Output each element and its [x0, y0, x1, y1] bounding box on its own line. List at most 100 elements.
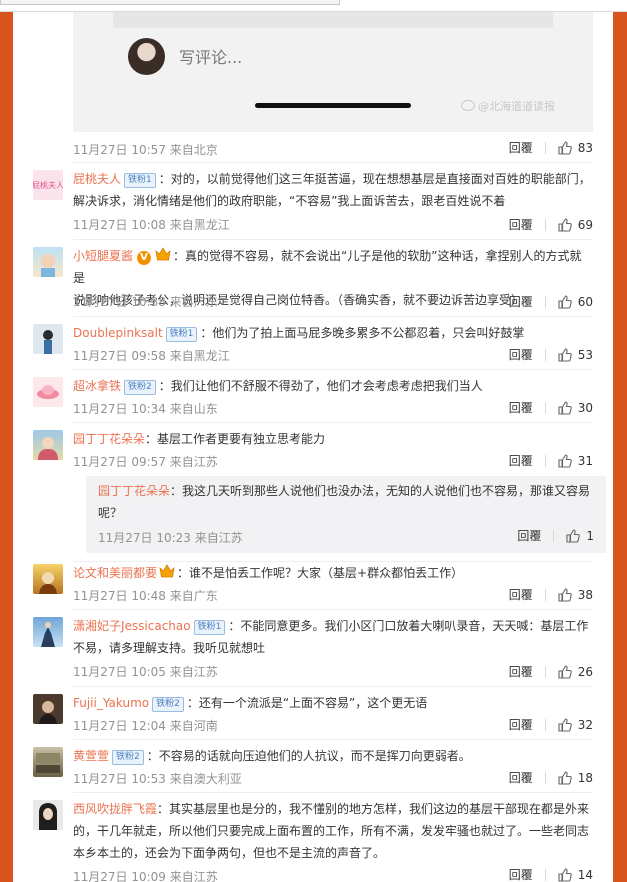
thumbs-up-icon[interactable] — [558, 140, 572, 155]
action-separator — [544, 454, 546, 467]
username[interactable]: 园丁丁花朵朵 — [98, 484, 170, 498]
action-separator — [544, 218, 546, 231]
reply-button[interactable]: 回覆 — [509, 293, 533, 310]
thumbs-up-icon[interactable] — [558, 717, 572, 732]
comment-body: Doublepinksalt 铁粉1 ：他们为了拍上面马屁多晚多累多不公都忍着，只会… — [73, 322, 593, 344]
username[interactable]: 园丁丁花朵朵 — [73, 432, 145, 446]
comment-text-line: ：我们让他们不舒服不得劲了，他们才会考虑考虑把我们当人 — [158, 379, 483, 393]
reply-button[interactable]: 回覆 — [509, 769, 533, 786]
thumbs-up-icon[interactable] — [558, 867, 572, 882]
like-count: 53 — [577, 347, 593, 362]
commenter-avatar — [128, 38, 165, 75]
reply-button[interactable]: 回覆 — [509, 139, 533, 156]
comment-timestamp: 11月27日 10:48 来自广东 — [73, 589, 218, 603]
comment-text-line: ：对的，以前觉得他们这三年挺苦逼，现在想想基层是直接面对百姓的职能部门， — [158, 172, 591, 186]
username[interactable]: 西风吹拢胖飞霞 — [73, 802, 157, 816]
comment-timestamp: 11月27日 10:05 来自江苏 — [73, 665, 218, 679]
comment-body: Fujii_Yakumo 铁粉2 ：还有一个流派是“上面不容易”，这个更无语 — [73, 692, 593, 714]
username[interactable]: 小短腿夏酱 — [73, 249, 133, 263]
like-count: 38 — [577, 587, 593, 602]
phone-home-bar — [255, 103, 411, 108]
like-count: 31 — [577, 453, 593, 468]
comment-actions: 回覆 31 — [509, 452, 593, 469]
reply-button[interactable]: 回覆 — [517, 527, 541, 544]
comment-body: 园丁丁花朵朵：基层工作者更要有独立思考能力 — [73, 428, 593, 450]
action-separator — [544, 348, 546, 361]
reply-button[interactable]: 回覆 — [509, 716, 533, 733]
reply-button[interactable]: 回覆 — [509, 663, 533, 680]
username[interactable]: Doublepinksalt — [73, 326, 163, 340]
divider — [73, 792, 593, 793]
comment-actions: 回覆 69 — [509, 216, 593, 233]
embedded-image-top — [113, 12, 553, 28]
comment-actions: 回覆 18 — [509, 769, 593, 786]
sub-reply: 园丁丁花朵朵：我这几天听到那些人说他们也没办法，无知的人说他们也不容易，那谁又容… — [86, 476, 606, 553]
comment-text-line: 的，干几年就走，所以他们只要完成上面布置的工作，所有不满，发发牢骚也就过了。一些… — [73, 824, 590, 838]
username[interactable]: Fujii_Yakumo — [73, 696, 149, 710]
post-timestamp: 11月27日 10:57 来自北京 — [73, 143, 218, 157]
weibo-watermark: @北海道道读报 — [461, 98, 555, 114]
username[interactable]: 潇湘妃子Jessicachao — [73, 619, 191, 633]
verified-v-badge: V — [137, 251, 152, 265]
reply-button[interactable]: 回覆 — [509, 866, 533, 882]
reply-button[interactable]: 回覆 — [509, 346, 533, 363]
comment-body: 超冰拿铁 铁粉2 ：我们让他们不舒服不得劲了，他们才会考虑考虑把我们当人 — [73, 375, 593, 397]
username[interactable]: 屁桃夫人 — [73, 172, 121, 186]
reply-button[interactable]: 回覆 — [509, 586, 533, 603]
reply-button[interactable]: 回覆 — [509, 399, 533, 416]
thumbs-up-icon[interactable] — [558, 664, 572, 679]
avatar[interactable] — [33, 694, 63, 724]
comment-placeholder: 写评论... — [179, 48, 243, 67]
avatar[interactable] — [33, 800, 63, 830]
crown-icon — [159, 564, 175, 578]
action-separator — [544, 718, 546, 731]
avatar[interactable] — [33, 324, 63, 354]
avatar[interactable] — [33, 247, 63, 277]
divider — [73, 739, 593, 740]
thumbs-up-icon[interactable] — [558, 770, 572, 785]
like-count: 14 — [577, 867, 593, 882]
avatar[interactable]: 屁桃夫人 — [33, 170, 63, 200]
avatar[interactable] — [33, 564, 63, 594]
avatar[interactable] — [33, 617, 63, 647]
thumbs-up-icon[interactable] — [558, 294, 572, 309]
like-count: 32 — [577, 717, 593, 732]
fan-badge: 铁粉2 — [124, 380, 156, 395]
action-separator — [544, 771, 546, 784]
thumbs-up-icon[interactable] — [566, 528, 581, 543]
thumbs-up-icon[interactable] — [558, 347, 572, 362]
thumbs-up-icon[interactable] — [558, 453, 572, 468]
divider — [73, 422, 593, 423]
comment-actions: 回覆 38 — [509, 586, 593, 603]
username[interactable]: 论文和美丽都要 — [73, 566, 157, 580]
embedded-image[interactable]: 写评论... @北海道道读报 — [73, 12, 593, 132]
comment-panel: 写评论... @北海道道读报 11月27日 10:57 来自北京 回覆 83 屁… — [13, 12, 613, 882]
avatar[interactable] — [33, 747, 63, 777]
thumbs-up-icon[interactable] — [558, 400, 572, 415]
comment-body: 论文和美丽都要 ：谁不是怕丢工作呢？大家（基层+群众都怕丢工作） — [73, 562, 593, 584]
comment-text-line: ：我这几天听到那些人说他们也没办法，无知的人说他们也不容易，那谁又容易 — [170, 484, 591, 498]
crown-icon — [155, 247, 171, 261]
divider — [73, 162, 593, 163]
divider — [73, 239, 593, 240]
comment-actions: 回覆 26 — [509, 663, 593, 680]
comment-text-line: 不易，请多理解支持。我听见就想吐 — [73, 641, 266, 655]
comment-timestamp: 11月27日 09:58 来自黑龙江 — [73, 349, 230, 363]
comment-body: 屁桃夫人 铁粉1 ：对的，以前觉得他们这三年挺苦逼，现在想想基层是直接面对百姓的职能… — [73, 168, 593, 212]
avatar[interactable] — [33, 377, 63, 407]
thumbs-up-icon[interactable] — [558, 217, 572, 232]
comment-body: 潇湘妃子Jessicachao 铁粉1 ：不能同意更多。我们小区门口放着大喇叭录音，… — [73, 615, 593, 659]
like-count: 26 — [577, 664, 593, 679]
reply-button[interactable]: 回覆 — [509, 452, 533, 469]
username[interactable]: 黄萱萱 — [73, 749, 109, 763]
like-count: 1 — [586, 528, 594, 543]
reply-button[interactable]: 回覆 — [509, 216, 533, 233]
thumbs-up-icon[interactable] — [558, 587, 572, 602]
comment-actions: 回覆 32 — [509, 716, 593, 733]
sub-reply-body: 园丁丁花朵朵：我这几天听到那些人说他们也没办法，无知的人说他们也不容易，那谁又容… — [98, 480, 594, 524]
divider — [73, 316, 593, 317]
comment-text-line: ：不容易的话就向压迫他们的人抗议，而不是挥刀向更弱者。 — [146, 749, 471, 763]
username[interactable]: 超冰拿铁 — [73, 379, 121, 393]
comment-actions: 回覆 14 — [509, 866, 593, 882]
avatar[interactable] — [33, 430, 63, 460]
